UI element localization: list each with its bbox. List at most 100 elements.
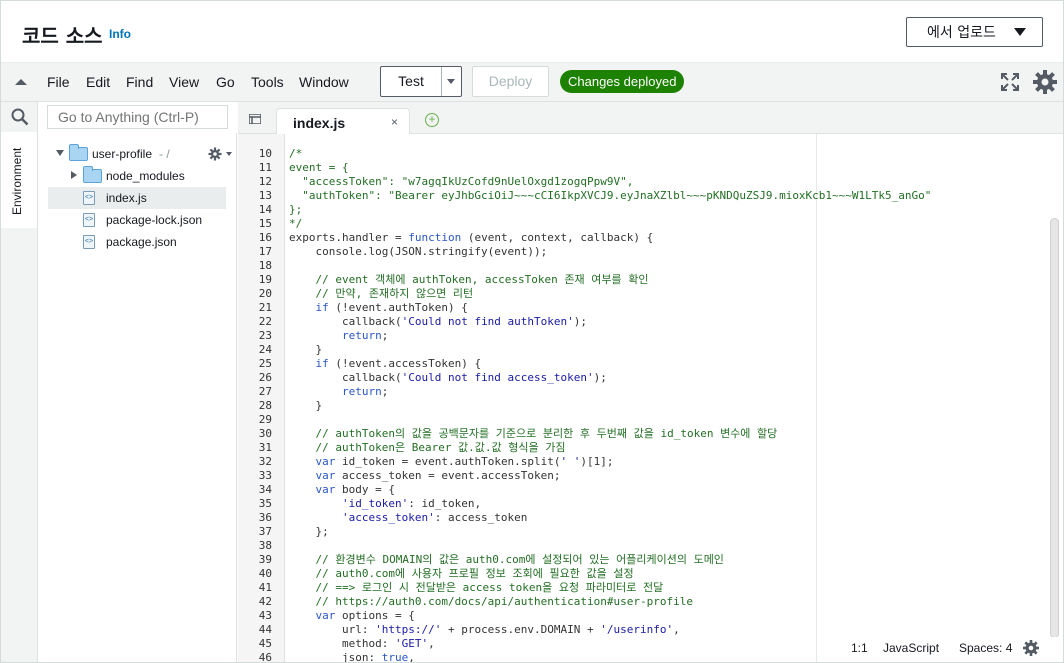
code-line[interactable]: 36 'access_token': access_token bbox=[259, 511, 1049, 525]
gear-icon[interactable] bbox=[208, 147, 222, 161]
code-line[interactable]: 29 bbox=[259, 413, 1049, 427]
code-line[interactable]: 20 // 만약, 존재하지 않으면 리턴 bbox=[259, 287, 1049, 301]
code-line[interactable]: 38 bbox=[259, 539, 1049, 553]
tree-item-package-json[interactable]: <> package.json bbox=[48, 231, 226, 253]
code-line[interactable]: 32 var id_token = event.authToken.split(… bbox=[259, 455, 1049, 469]
line-number: 46 bbox=[258, 651, 272, 663]
code-line[interactable]: 37 }; bbox=[259, 525, 1049, 539]
close-icon[interactable]: × bbox=[391, 115, 398, 129]
code-text: "authToken": "Bearer eyJhbGciOiJ~~~cCI6I… bbox=[289, 189, 932, 202]
code-editor[interactable]: 10/* 11 event = {12 "accessToken": "w7agqI… bbox=[238, 134, 1063, 662]
line-number: 19 bbox=[258, 273, 272, 286]
code-text: // https://auth0.com/docs/api/authentica… bbox=[289, 595, 693, 608]
tree-item-label: node_modules bbox=[106, 169, 185, 183]
tree-item-label: package-lock.json bbox=[106, 213, 203, 227]
code-text: var options = { bbox=[315, 609, 415, 622]
vertical-scrollbar[interactable] bbox=[1050, 218, 1059, 638]
code-line[interactable]: 15 */ bbox=[259, 217, 1049, 231]
line-number: 44 bbox=[258, 623, 272, 636]
code-line[interactable]: 14}; bbox=[259, 203, 1049, 217]
tree-root-user-profile[interactable]: user-profile - / bbox=[48, 143, 232, 165]
code-line[interactable]: 43 var options = { bbox=[259, 609, 1049, 623]
code-line[interactable]: 44 url: 'https://' + process.env.DOMAIN … bbox=[259, 623, 1049, 637]
menu-find[interactable]: Find bbox=[126, 74, 153, 90]
code-text: /* bbox=[289, 147, 303, 160]
code-line[interactable]: 10 /* bbox=[259, 147, 1049, 161]
test-split-button: Test bbox=[380, 66, 462, 97]
environment-tab[interactable]: Environment bbox=[1, 132, 37, 228]
code-line[interactable]: 27 return; bbox=[259, 385, 1049, 399]
code-text: callback('Could not find authToken'); bbox=[289, 315, 588, 328]
line-number: 11 bbox=[258, 161, 272, 174]
code-line[interactable]: 42 // https://auth0.com/docs/api/authent… bbox=[259, 595, 1049, 609]
menu-file[interactable]: File bbox=[47, 74, 70, 90]
menu-edit[interactable]: Edit bbox=[86, 74, 110, 90]
info-link[interactable]: Info bbox=[109, 27, 131, 41]
code-line[interactable]: 16 exports.handler = function (event, con… bbox=[259, 231, 1049, 245]
fullscreen-icon[interactable] bbox=[1000, 72, 1020, 92]
js-file-icon: <> bbox=[83, 191, 95, 205]
tree-item-index-js[interactable]: <> index.js bbox=[48, 187, 226, 209]
code-text: console.log(JSON.stringify(event)); bbox=[289, 245, 548, 258]
code-content[interactable]: 10/* 11 event = {12 "accessToken": "w7agqI… bbox=[259, 147, 1049, 662]
deploy-button[interactable]: Deploy bbox=[472, 66, 549, 97]
code-line[interactable]: 22 callback('Could not find authToken'); bbox=[259, 315, 1049, 329]
code-line[interactable]: 39 // 환경변수 DOMAIN의 값은 auth0.com에 설정되어 있는… bbox=[259, 553, 1049, 567]
test-dropdown-button[interactable] bbox=[441, 67, 461, 96]
code-line[interactable]: 19 // event 객체에 authToken, accessToken 존… bbox=[259, 273, 1049, 287]
code-text: }; bbox=[289, 525, 329, 538]
language-mode[interactable]: JavaScript bbox=[883, 641, 939, 655]
expand-right-icon[interactable] bbox=[71, 171, 77, 179]
indent-setting[interactable]: Spaces: 4 bbox=[959, 641, 1012, 655]
menu-tools[interactable]: Tools bbox=[251, 74, 284, 90]
status-badge: Changes deployed bbox=[560, 70, 685, 93]
gear-icon[interactable] bbox=[1032, 69, 1058, 95]
line-number: 36 bbox=[258, 511, 272, 524]
code-text: } bbox=[289, 399, 323, 412]
code-line[interactable]: 30 // authToken의 값을 공백문자를 기준으로 분리한 후 두번째… bbox=[259, 427, 1049, 441]
menu-view[interactable]: View bbox=[169, 74, 199, 90]
code-line[interactable]: 33 var access_token = event.accessToken; bbox=[259, 469, 1049, 483]
menu-window[interactable]: Window bbox=[299, 74, 349, 90]
test-button[interactable]: Test bbox=[381, 67, 441, 96]
tab-index-js[interactable]: index.js × bbox=[276, 108, 410, 135]
tree-item-node-modules[interactable]: node_modules bbox=[48, 165, 226, 187]
collapse-menu-icon[interactable] bbox=[15, 79, 27, 85]
code-line[interactable]: 41 // ==> 로그인 시 전달받은 access token을 요청 파라… bbox=[259, 581, 1049, 595]
code-line[interactable]: 26 callback('Could not find access_token… bbox=[259, 371, 1049, 385]
code-line[interactable]: 21 if (!event.authToken) { bbox=[259, 301, 1049, 315]
code-line[interactable]: 23 return; bbox=[259, 329, 1049, 343]
line-number: 37 bbox=[258, 525, 272, 538]
code-line[interactable]: 31 // authToken은 Bearer 값.값.값 형식을 가짐 bbox=[259, 441, 1049, 455]
add-tab-icon[interactable]: + bbox=[425, 113, 439, 127]
line-number: 43 bbox=[258, 609, 272, 622]
tree-root-label: user-profile bbox=[92, 147, 153, 161]
line-number: 40 bbox=[258, 567, 272, 580]
expand-down-icon[interactable] bbox=[56, 150, 64, 156]
code-line[interactable]: 12 "accessToken": "w7agqIkUzCofd9nUelOxg… bbox=[259, 175, 1049, 189]
upload-from-button[interactable]: 에서 업로드 bbox=[906, 17, 1043, 47]
line-number: 30 bbox=[258, 427, 272, 440]
code-line[interactable]: 17 console.log(JSON.stringify(event)); bbox=[259, 245, 1049, 259]
code-line[interactable]: 28 } bbox=[259, 399, 1049, 413]
code-line[interactable]: 40 // auth0.com에 사용자 프로필 정보 조회에 필요한 값을 설… bbox=[259, 567, 1049, 581]
code-line[interactable]: 13 "authToken": "Bearer eyJhbGciOiJ~~~cC… bbox=[259, 189, 1049, 203]
go-to-anything-input[interactable] bbox=[47, 105, 228, 129]
code-line[interactable]: 11 event = { bbox=[259, 161, 1049, 175]
gear-icon[interactable] bbox=[1022, 639, 1040, 657]
tree-item-package-lock-json[interactable]: <> package-lock.json bbox=[48, 209, 226, 231]
code-line[interactable]: 25 if (!event.accessToken) { bbox=[259, 357, 1049, 371]
code-text: // auth0.com에 사용자 프로필 정보 조회에 필요한 값을 설정 bbox=[289, 567, 634, 580]
folder-icon bbox=[69, 144, 88, 161]
cursor-position[interactable]: 1:1 bbox=[851, 641, 868, 655]
code-line[interactable]: 18 bbox=[259, 259, 1049, 273]
menu-go[interactable]: Go bbox=[216, 74, 235, 90]
code-line[interactable]: 24 } bbox=[259, 343, 1049, 357]
code-line[interactable]: 35 'id_token': id_token, bbox=[259, 497, 1049, 511]
code-text: callback('Could not find access_token'); bbox=[289, 371, 607, 384]
tabs-menu-icon[interactable] bbox=[249, 114, 261, 124]
line-number: 33 bbox=[258, 469, 272, 482]
code-text: 'access_token': access_token bbox=[341, 511, 528, 524]
code-line[interactable]: 34 var body = { bbox=[259, 483, 1049, 497]
line-number: 17 bbox=[258, 245, 272, 258]
